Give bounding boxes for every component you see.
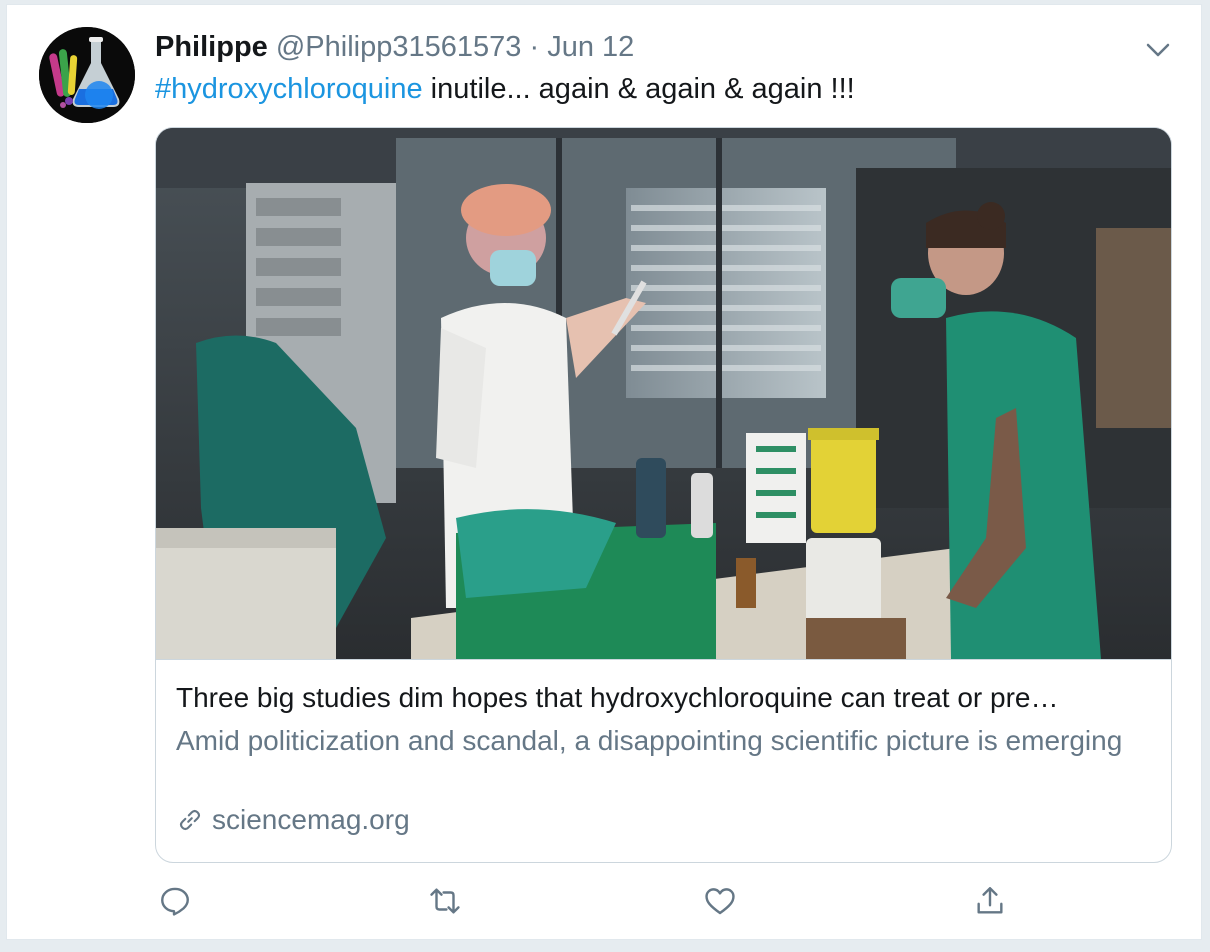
heart-icon bbox=[705, 888, 735, 915]
share-button[interactable] bbox=[970, 881, 1010, 921]
retweet-icon bbox=[430, 888, 460, 914]
share-icon bbox=[977, 887, 1003, 914]
chevron-down-icon bbox=[1146, 43, 1170, 57]
card-image[interactable] bbox=[156, 128, 1171, 659]
reply-button[interactable] bbox=[155, 881, 195, 921]
tweet-text: #hydroxychloroquine inutile... again & a… bbox=[155, 71, 855, 107]
tweet-actions bbox=[155, 881, 1055, 921]
card-domain-text: sciencemag.org bbox=[212, 804, 410, 835]
card-description: Amid politicization and scandal, a disap… bbox=[176, 725, 1123, 756]
author-name[interactable]: Philippe bbox=[155, 31, 268, 63]
link-icon bbox=[179, 809, 201, 831]
hospital-photo bbox=[156, 128, 1171, 659]
tweet-header: Philippe @Philipp31561573 · Jun 12 bbox=[155, 29, 634, 65]
separator-dot: · bbox=[529, 31, 540, 63]
tweet[interactable]: Philippe @Philipp31561573 · Jun 12 #hydr… bbox=[6, 4, 1202, 940]
avatar[interactable] bbox=[39, 27, 135, 123]
card-title: Three big studies dim hopes that hydroxy… bbox=[176, 682, 1059, 713]
like-button[interactable] bbox=[700, 881, 740, 921]
more-options-button[interactable] bbox=[1143, 35, 1173, 65]
card-domain: sciencemag.org bbox=[176, 802, 410, 838]
tweet-body-text: inutile... again & again & again !!! bbox=[422, 73, 855, 105]
hashtag-link[interactable]: #hydroxychloroquine bbox=[155, 73, 423, 105]
card-body[interactable]: Three big studies dim hopes that hydroxy… bbox=[156, 659, 1171, 862]
tweet-date[interactable]: Jun 12 bbox=[547, 31, 634, 63]
author-handle[interactable]: @Philipp31561573 bbox=[276, 31, 522, 63]
link-card[interactable]: Three big studies dim hopes that hydroxy… bbox=[155, 127, 1172, 863]
reply-icon bbox=[161, 887, 189, 916]
avatar-image bbox=[39, 27, 135, 123]
retweet-button[interactable] bbox=[425, 881, 465, 921]
